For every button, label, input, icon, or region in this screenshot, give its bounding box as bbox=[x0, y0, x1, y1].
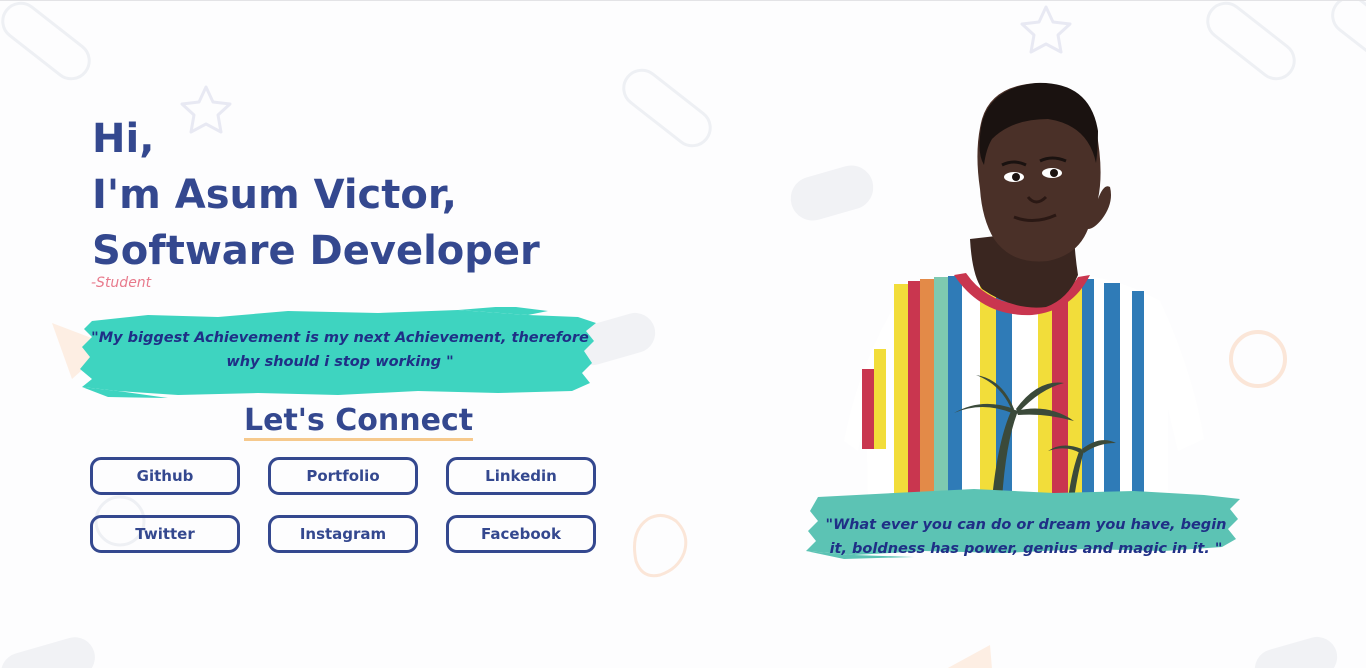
instagram-button[interactable]: Instagram bbox=[268, 515, 418, 553]
twitter-button[interactable]: Twitter bbox=[90, 515, 240, 553]
name-text: I'm Asum Victor, bbox=[92, 172, 457, 218]
quote-left-text: "My biggest Achievement is my next Achie… bbox=[91, 330, 589, 370]
facebook-button[interactable]: Facebook bbox=[446, 515, 596, 553]
subtitle-text: -Student bbox=[91, 275, 152, 291]
linkedin-button[interactable]: Linkedin bbox=[446, 457, 596, 495]
portfolio-button[interactable]: Portfolio bbox=[268, 457, 418, 495]
github-button[interactable]: Github bbox=[90, 457, 240, 495]
quote-banner-right: "What ever you can do or dream you have,… bbox=[804, 485, 1244, 561]
quote-banner-left: "My biggest Achievement is my next Achie… bbox=[78, 307, 598, 399]
connect-heading: Let's Connect bbox=[244, 403, 474, 441]
ring-decoration bbox=[1229, 330, 1287, 388]
hero-heading: Hi, I'm Asum Victor, Software Developer bbox=[92, 111, 540, 279]
portfolio-page: Hi, I'm Asum Victor, Software Developer … bbox=[0, 0, 1366, 668]
quote-right-text: "What ever you can do or dream you have,… bbox=[825, 517, 1227, 557]
profile-photo bbox=[844, 82, 1204, 499]
role-text: Software Developer bbox=[92, 228, 540, 274]
greeting-text: Hi, bbox=[92, 116, 155, 162]
